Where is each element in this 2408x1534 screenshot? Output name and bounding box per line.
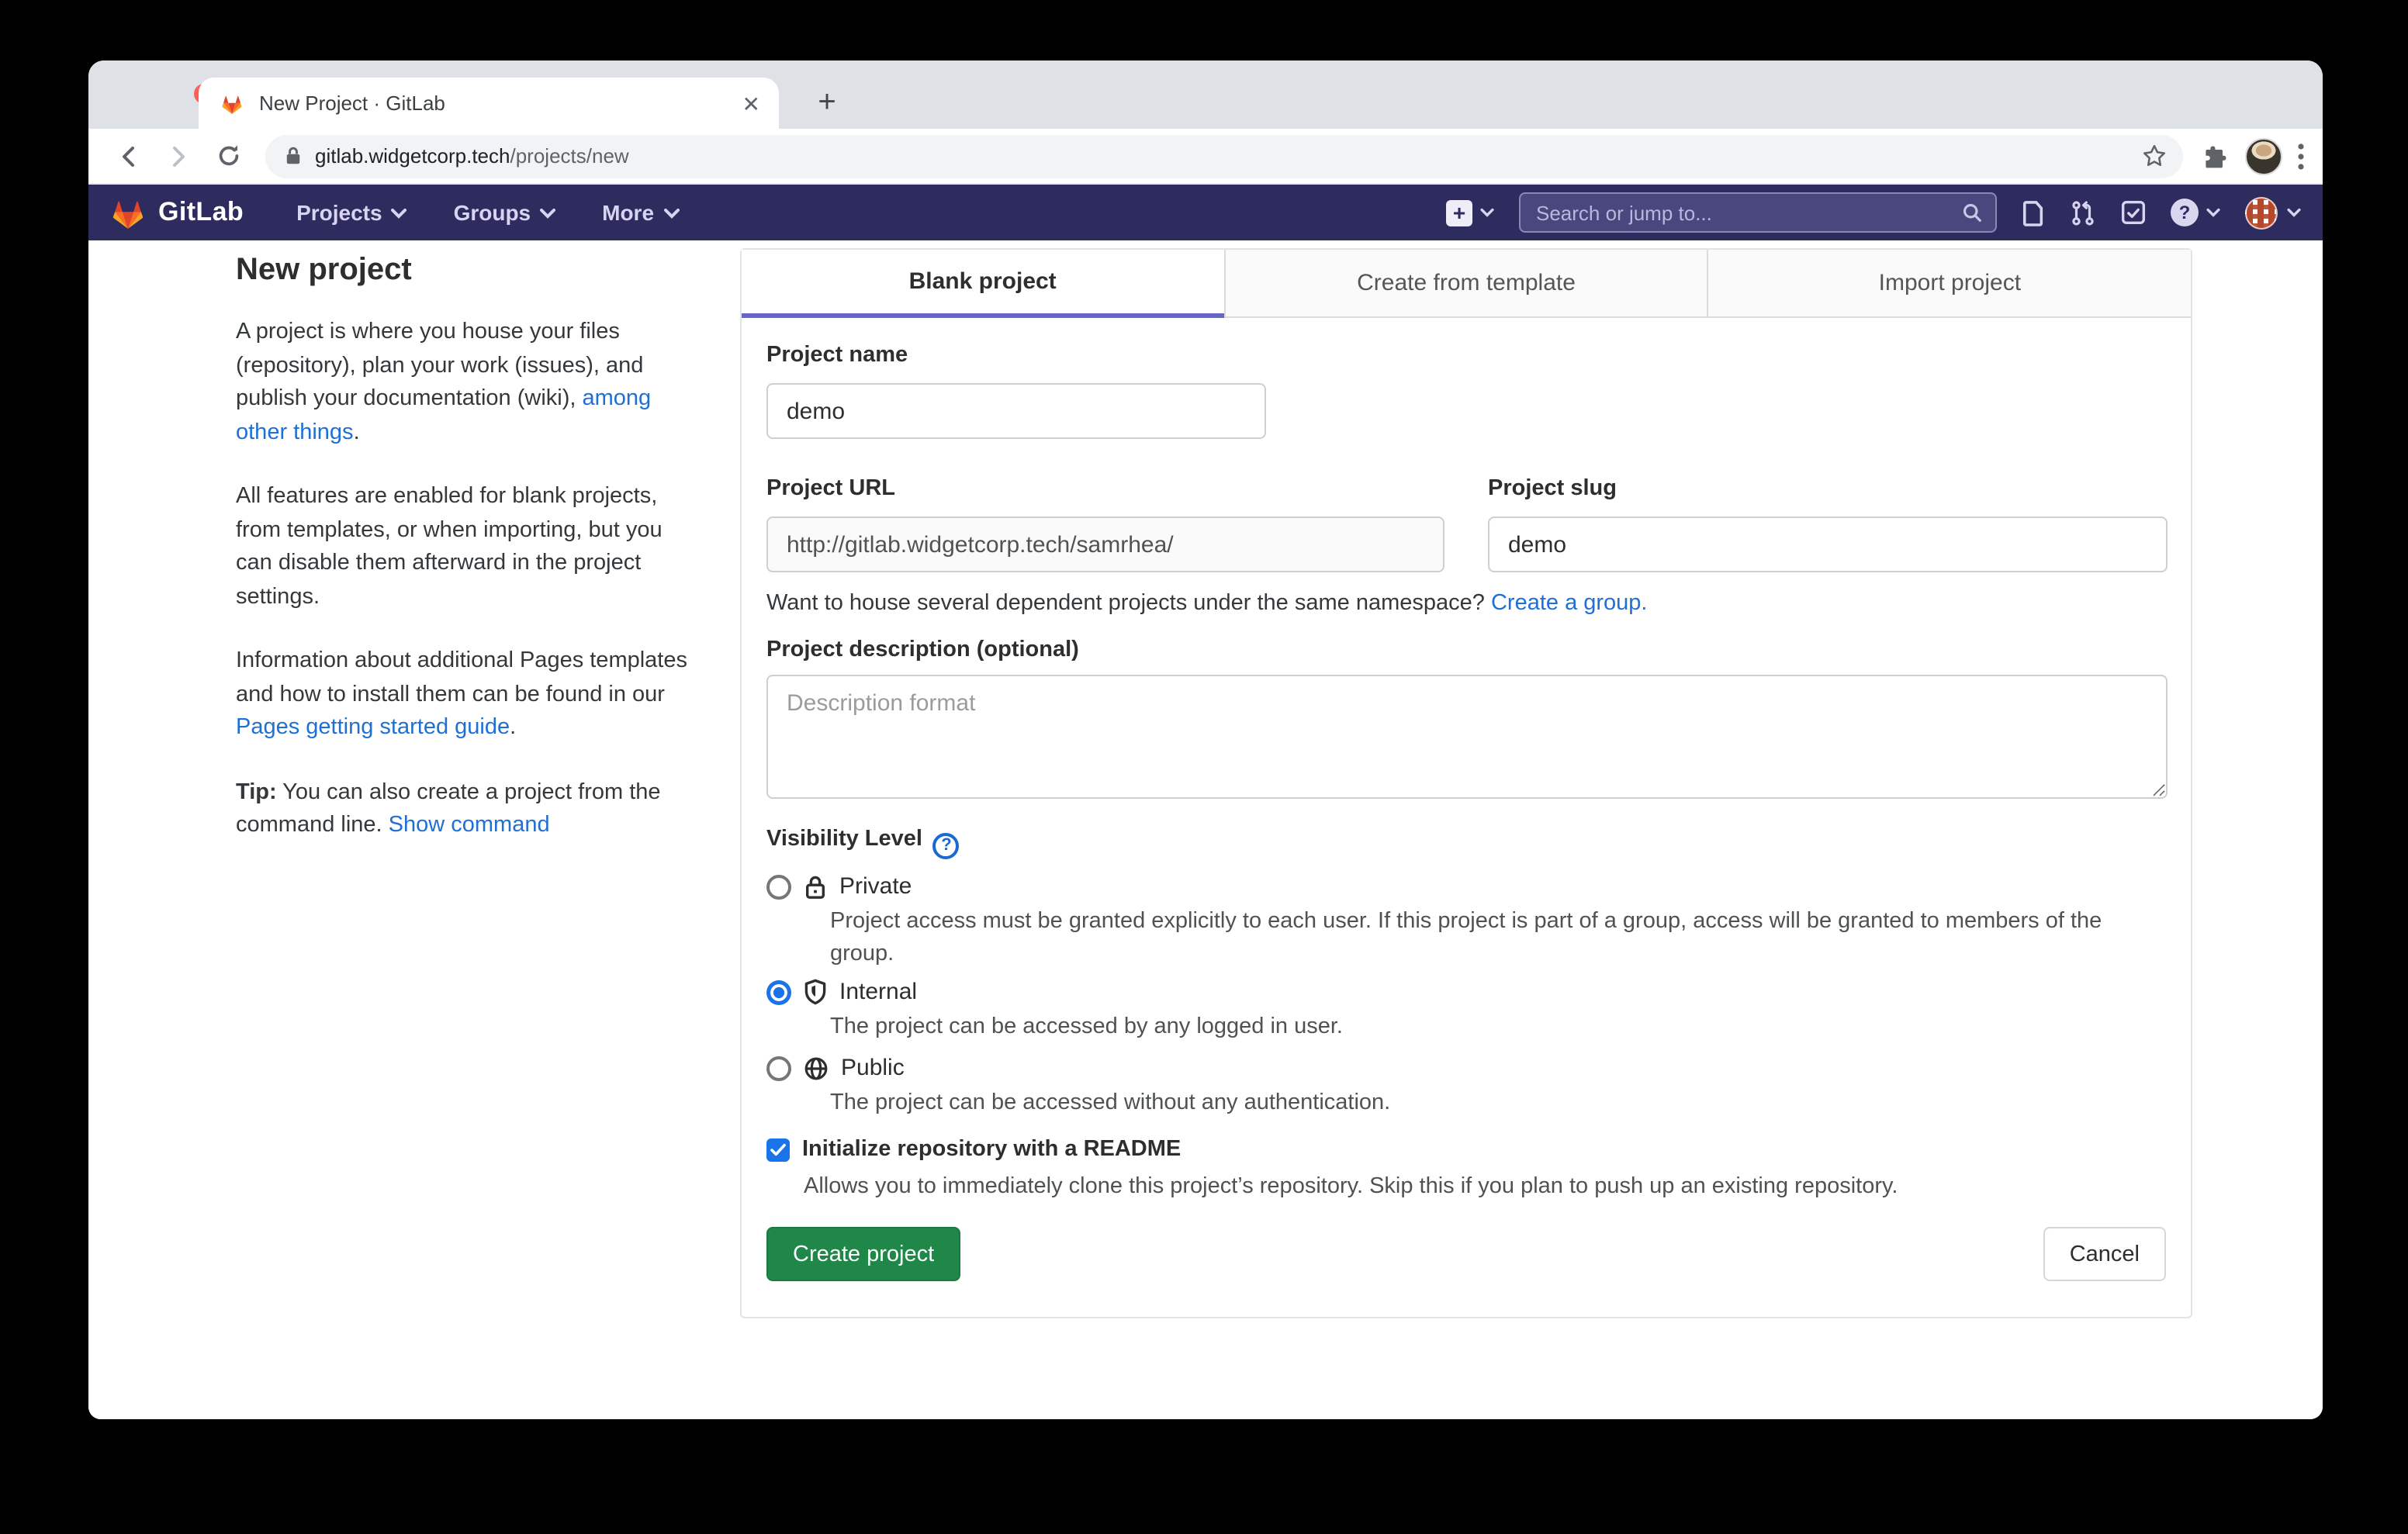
url-path: /projects/new xyxy=(510,144,629,168)
readme-checkbox[interactable] xyxy=(766,1138,790,1161)
globe-icon xyxy=(804,1055,829,1080)
cancel-button[interactable]: Cancel xyxy=(2043,1227,2166,1281)
internal-description: The project can be accessed by any logge… xyxy=(830,1011,2143,1044)
kebab-menu-icon[interactable] xyxy=(2298,142,2304,170)
internal-radio[interactable] xyxy=(766,979,791,1004)
public-description: The project can be accessed without any … xyxy=(830,1087,2143,1120)
tab-title: New Project · GitLab xyxy=(259,92,742,115)
plus-icon: + xyxy=(1446,199,1472,226)
project-slug-input[interactable] xyxy=(1488,517,2168,572)
url-bar[interactable]: gitlab.widgetcorp.tech/projects/new xyxy=(265,134,2183,178)
readme-option[interactable]: Initialize repository with a README xyxy=(766,1137,1181,1162)
page-title: New project xyxy=(236,253,689,288)
browser-window: New Project · GitLab ✕ + gitlab.widgetco… xyxy=(88,60,2323,1419)
url-text: gitlab.widgetcorp.tech/projects/new xyxy=(315,144,2141,168)
create-a-group-link[interactable]: Create a group. xyxy=(1491,591,1648,616)
new-tab-button[interactable]: + xyxy=(805,81,849,124)
namespace-hint: Want to house several dependent projects… xyxy=(766,591,1648,616)
user-avatar xyxy=(2245,196,2278,229)
private-description: Project access must be granted explicitl… xyxy=(830,906,2143,971)
visibility-level-label: Visibility Level? xyxy=(766,827,960,859)
user-menu[interactable] xyxy=(2245,196,2301,229)
pages-guide-link[interactable]: Pages getting started guide xyxy=(236,715,510,740)
nav-more[interactable]: More xyxy=(602,200,679,225)
back-icon[interactable] xyxy=(110,137,147,174)
features-paragraph: All features are enabled for blank proje… xyxy=(236,481,689,614)
url-domain: gitlab.widgetcorp.tech xyxy=(315,144,510,168)
tab-import-project[interactable]: Import project xyxy=(1707,250,2191,318)
project-url-input[interactable] xyxy=(766,517,1444,572)
new-item-menu[interactable]: + xyxy=(1446,199,1494,226)
gitlab-wordmark[interactable]: GitLab xyxy=(158,197,244,228)
intro-paragraph: A project is where you house your files … xyxy=(236,316,689,450)
search-input[interactable] xyxy=(1536,201,1961,224)
shield-icon xyxy=(804,979,827,1005)
project-name-label: Project name xyxy=(766,343,908,368)
toolbar-right xyxy=(2202,137,2304,174)
page-content: New project A project is where you house… xyxy=(88,240,2323,1419)
merge-requests-icon[interactable] xyxy=(2070,199,2096,226)
visibility-help-icon[interactable]: ? xyxy=(933,832,960,859)
browser-profile-avatar[interactable] xyxy=(2245,137,2282,174)
create-project-button[interactable]: Create project xyxy=(766,1227,960,1281)
forward-icon[interactable] xyxy=(160,137,197,174)
gitlab-navbar-right: + ? xyxy=(1446,192,2301,233)
readme-description: Allows you to immediately clone this pro… xyxy=(804,1171,2141,1204)
project-slug-label: Project slug xyxy=(1488,476,1617,501)
issues-icon[interactable] xyxy=(2022,199,2045,226)
global-search[interactable] xyxy=(1519,192,1997,233)
visibility-option-public[interactable]: Public xyxy=(766,1055,905,1081)
private-radio[interactable] xyxy=(766,874,791,899)
lock-icon xyxy=(804,874,827,899)
gitlab-logo-icon[interactable] xyxy=(110,196,146,229)
browser-toolbar: gitlab.widgetcorp.tech/projects/new xyxy=(88,129,2323,185)
screen: New Project · GitLab ✕ + gitlab.widgetco… xyxy=(0,0,2408,1534)
gitlab-menu: Projects Groups More xyxy=(296,200,679,225)
tab-strip: New Project · GitLab ✕ + xyxy=(88,60,2323,129)
project-name-input[interactable] xyxy=(766,383,1266,439)
todos-icon[interactable] xyxy=(2121,200,2146,225)
sidebar-help-column: New project A project is where you house… xyxy=(236,253,689,874)
project-description-label: Project description (optional) xyxy=(766,637,1079,662)
readme-label: Initialize repository with a README xyxy=(802,1137,1181,1162)
tip-paragraph: Tip: You can also create a project from … xyxy=(236,776,689,843)
close-tab-icon[interactable]: ✕ xyxy=(742,92,760,114)
new-project-form-card: Blank project Create from template Impor… xyxy=(740,248,2192,1318)
tab-create-from-template[interactable]: Create from template xyxy=(1223,250,1707,318)
project-url-label: Project URL xyxy=(766,476,895,501)
gitlab-favicon-icon xyxy=(220,92,244,114)
help-menu[interactable]: ? xyxy=(2171,199,2220,226)
visibility-option-private[interactable]: Private xyxy=(766,873,912,900)
reload-icon[interactable] xyxy=(209,137,247,174)
bookmark-star-icon[interactable] xyxy=(2141,143,2168,169)
project-description-textarea[interactable] xyxy=(766,675,2168,799)
gitlab-navbar: GitLab Projects Groups More + xyxy=(88,185,2323,240)
public-radio[interactable] xyxy=(766,1055,791,1080)
pages-paragraph: Information about additional Pages templ… xyxy=(236,645,689,745)
visibility-option-internal[interactable]: Internal xyxy=(766,979,917,1005)
form-tabs: Blank project Create from template Impor… xyxy=(742,250,2191,318)
search-icon xyxy=(1961,202,1983,223)
nav-projects[interactable]: Projects xyxy=(296,200,407,225)
tab-blank-project[interactable]: Blank project xyxy=(742,250,1223,318)
nav-groups[interactable]: Groups xyxy=(454,200,556,225)
extensions-puzzle-icon[interactable] xyxy=(2202,142,2230,170)
show-command-link[interactable]: Show command xyxy=(389,813,550,838)
browser-tab[interactable]: New Project · GitLab ✕ xyxy=(199,78,779,129)
help-icon: ? xyxy=(2171,199,2199,226)
lock-icon xyxy=(284,146,303,166)
